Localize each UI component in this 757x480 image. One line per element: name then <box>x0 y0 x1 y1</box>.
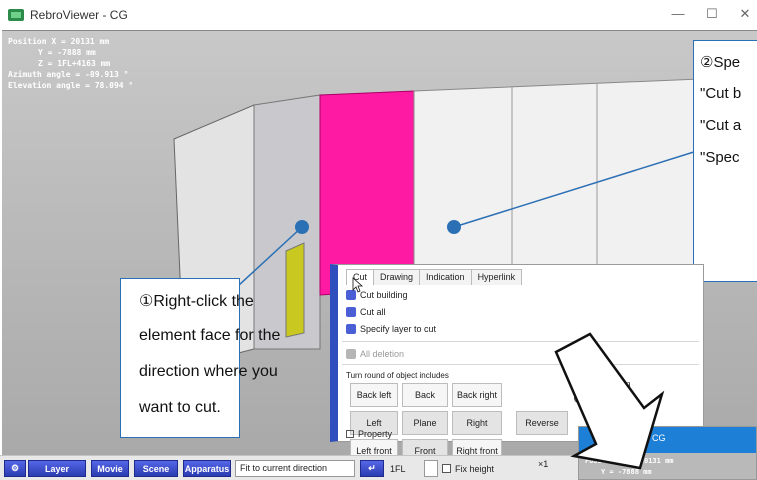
mini-position-y: Y = -7888 mm <box>601 468 652 476</box>
position-x-readout: Position X = 20131 mm <box>8 37 110 46</box>
enter-icon[interactable]: ↵ <box>360 460 384 477</box>
zoom-label: ×1 <box>538 459 549 469</box>
mini-viewport: Position X = 20131 mm Y = -7888 mm <box>579 453 756 479</box>
callout-line: element face for the <box>139 327 281 344</box>
position-z-readout: Z = 1FL+4163 mm <box>38 59 111 68</box>
mini-window-title: r - CG <box>641 433 666 443</box>
movie-button[interactable]: Movie <box>91 460 129 477</box>
callout-1-dot <box>295 220 309 234</box>
callout-line: ②Spe <box>700 54 741 71</box>
look-up-label: Look up <box>587 393 620 403</box>
callout-line: want to cut. <box>139 399 221 416</box>
direction-plane-button[interactable]: Plane <box>402 411 448 435</box>
floor-label: 1FL <box>390 464 406 474</box>
title-bar: RebroViewer - CG — ☐ ✕ <box>0 0 757 30</box>
callout-2-dot <box>447 220 461 234</box>
tab-drawing[interactable]: Drawing <box>373 269 421 285</box>
fix-height-label: Fix height <box>455 464 495 474</box>
reverse-button[interactable]: Reverse <box>516 411 568 435</box>
callout-line: "Spec <box>700 149 740 166</box>
direction-right-button[interactable]: Right <box>452 411 502 435</box>
scene-button[interactable]: Scene <box>134 460 178 477</box>
layer-button[interactable]: Layer <box>28 460 86 477</box>
property-toggle[interactable]: Property <box>346 429 392 439</box>
property-label: Property <box>358 429 393 439</box>
direction-back-right-button[interactable]: Back right <box>452 383 502 407</box>
menu-label: All deletion <box>360 349 405 359</box>
menu-cut-all[interactable]: Cut all <box>346 307 386 317</box>
callout-right-click: ①Right-click the element face for the di… <box>120 278 280 438</box>
callout-specify: ②Spe "Cut b "Cut a "Spec <box>693 40 757 282</box>
mini-title-bar: r - CG <box>579 427 756 453</box>
elevation-readout: Elevation angle = 78.094 ° <box>8 81 134 90</box>
menu-specify-layer[interactable]: Specify layer to cut <box>346 324 436 334</box>
direction-grid: Back left Back Back right Left Plane Rig… <box>350 383 502 463</box>
close-button[interactable]: ✕ <box>735 6 755 22</box>
property-checkbox[interactable] <box>346 430 354 438</box>
tab-cut[interactable]: Cut <box>346 269 375 285</box>
direction-back-left-button[interactable]: Back left <box>350 383 398 407</box>
look-up-option[interactable]: Look up <box>574 393 619 403</box>
callout-line: "Cut a <box>700 117 742 134</box>
direction-back-button[interactable]: Back <box>402 383 448 407</box>
look-down-option[interactable]: Look down <box>574 379 631 389</box>
mini-position-x: Position X = 20131 mm <box>585 457 674 465</box>
fix-height-checkbox[interactable] <box>442 464 451 473</box>
turn-round-label: Turn round of object includes <box>346 371 449 380</box>
minimize-button[interactable]: — <box>668 6 688 21</box>
apparatus-button[interactable]: Apparatus <box>183 460 231 477</box>
callout-line: direction where you <box>139 363 278 380</box>
scissors-icon <box>346 349 356 359</box>
menu-all-deletion: All deletion <box>346 349 404 359</box>
menu-label: Specify layer to cut <box>360 324 437 334</box>
position-y-readout: Y = -7888 mm <box>38 48 96 57</box>
window-title: RebroViewer - CG <box>30 8 128 22</box>
gear-icon[interactable]: ⚙ <box>4 460 26 477</box>
cut-context-panel: Cut Drawing Indication Hyperlink Cut bui… <box>330 264 704 463</box>
menu-cut-building[interactable]: Cut building <box>346 290 408 300</box>
maximize-button[interactable]: ☐ <box>702 6 722 22</box>
direction-select[interactable]: Fit to current direction <box>235 460 355 477</box>
menu-separator <box>342 341 699 342</box>
tab-hyperlink[interactable]: Hyperlink <box>470 269 523 285</box>
scissors-icon <box>346 307 356 317</box>
olive-column-face[interactable] <box>285 242 305 338</box>
second-viewer-window[interactable]: r - CG Position X = 20131 mm Y = -7888 m… <box>578 426 757 480</box>
menu-label: Cut building <box>360 290 408 300</box>
right-wall-face[interactable] <box>413 78 701 290</box>
menu-label: Cut all <box>360 307 386 317</box>
callout-line: "Cut b <box>700 85 742 102</box>
app-icon <box>8 9 24 21</box>
look-up-radio[interactable] <box>574 393 583 403</box>
look-down-radio[interactable] <box>574 379 583 389</box>
menu-separator <box>342 364 699 365</box>
azimuth-readout: Azimuth angle = -89.913 ° <box>8 70 129 79</box>
floor-dropdown[interactable] <box>424 460 438 477</box>
callout-line: ①Right-click the <box>139 293 254 310</box>
panel-tabs: Cut Drawing Indication Hyperlink <box>346 269 523 285</box>
tab-indication[interactable]: Indication <box>419 269 472 285</box>
layer-scissors-icon <box>346 324 356 334</box>
look-down-label: Look down <box>587 379 631 389</box>
scissors-icon <box>346 290 356 300</box>
